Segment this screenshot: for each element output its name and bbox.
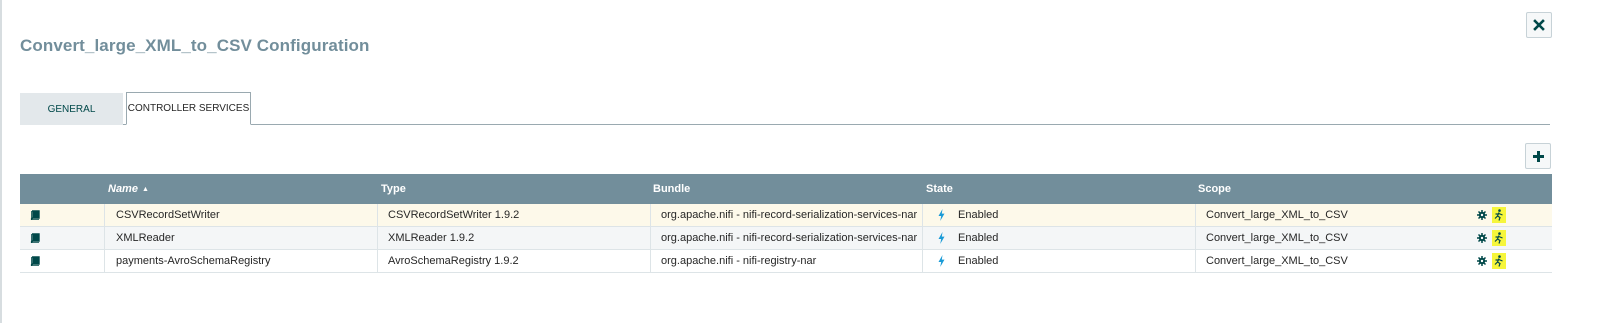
tab-bar: GENERAL CONTROLLER SERVICES [20,92,1550,125]
column-header-label: Name [108,183,138,195]
enable-disable-icon[interactable] [1492,207,1506,223]
tab-general[interactable]: GENERAL [20,93,123,125]
add-controller-service-button[interactable] [1525,143,1551,169]
dialog-title: Convert_large_XML_to_CSV Configuration [20,36,370,55]
column-header-bundle[interactable]: Bundle [653,174,690,204]
column-header-type[interactable]: Type [381,174,406,204]
table-row[interactable]: payments-AvroSchemaRegistry AvroSchemaRe… [20,250,1552,273]
book-icon[interactable] [30,256,40,266]
row-bundle: org.apache.nifi - nifi-record-serializat… [651,204,923,226]
close-icon [1533,19,1545,31]
enable-disable-icon[interactable] [1492,253,1506,269]
row-info-cell [20,204,105,226]
row-bundle: org.apache.nifi - nifi-record-serializat… [651,227,923,249]
row-scope: Convert_large_XML_to_CSV [1206,209,1348,221]
sort-ascending-icon: ▲ [141,185,149,193]
row-bundle-text: org.apache.nifi - nifi-record-serializat… [661,232,918,244]
row-state: Enabled [923,227,1196,249]
row-state-label: Enabled [958,209,999,221]
column-header-name[interactable]: Name ▲ [108,174,149,204]
row-name: payments-AvroSchemaRegistry [105,250,378,272]
plus-icon [1532,150,1544,162]
close-button[interactable] [1526,12,1552,38]
controller-services-table: Name ▲ Type Bundle State Scope CSVRecord… [20,174,1552,273]
book-icon[interactable] [30,233,40,243]
row-type: AvroSchemaRegistry 1.9.2 [378,250,651,272]
table-row[interactable]: CSVRecordSetWriter CSVRecordSetWriter 1.… [20,204,1552,227]
row-bundle-text: org.apache.nifi - nifi-record-serializat… [661,209,918,221]
row-info-cell [20,227,105,249]
column-header-state[interactable]: State [926,174,953,204]
enable-disable-icon[interactable] [1492,230,1506,246]
row-type: CSVRecordSetWriter 1.9.2 [378,204,651,226]
row-bundle: org.apache.nifi - nifi-registry-nar [651,250,923,272]
row-name: XMLReader [105,227,378,249]
row-state-label: Enabled [958,255,999,267]
row-state: Enabled [923,250,1196,272]
column-header-scope[interactable]: Scope [1198,174,1231,204]
row-type: XMLReader 1.9.2 [378,227,651,249]
row-scope: Convert_large_XML_to_CSV [1206,232,1348,244]
book-icon[interactable] [30,210,40,220]
row-bundle-text: org.apache.nifi - nifi-registry-nar [661,255,817,267]
row-info-cell [20,250,105,272]
row-scope: Convert_large_XML_to_CSV [1206,255,1348,267]
gear-icon[interactable] [1475,253,1489,269]
gear-icon[interactable] [1475,207,1489,223]
gear-icon[interactable] [1475,230,1489,246]
table-header: Name ▲ Type Bundle State Scope [20,174,1552,204]
row-name: CSVRecordSetWriter [105,204,378,226]
row-state-label: Enabled [958,232,999,244]
tab-controller-services[interactable]: CONTROLLER SERVICES [126,92,251,125]
row-state: Enabled [923,204,1196,226]
lightning-bolt-icon [938,255,952,267]
window-edge [0,0,2,323]
lightning-bolt-icon [938,209,952,221]
table-row[interactable]: XMLReader XMLReader 1.9.2 org.apache.nif… [20,227,1552,250]
lightning-bolt-icon [938,232,952,244]
